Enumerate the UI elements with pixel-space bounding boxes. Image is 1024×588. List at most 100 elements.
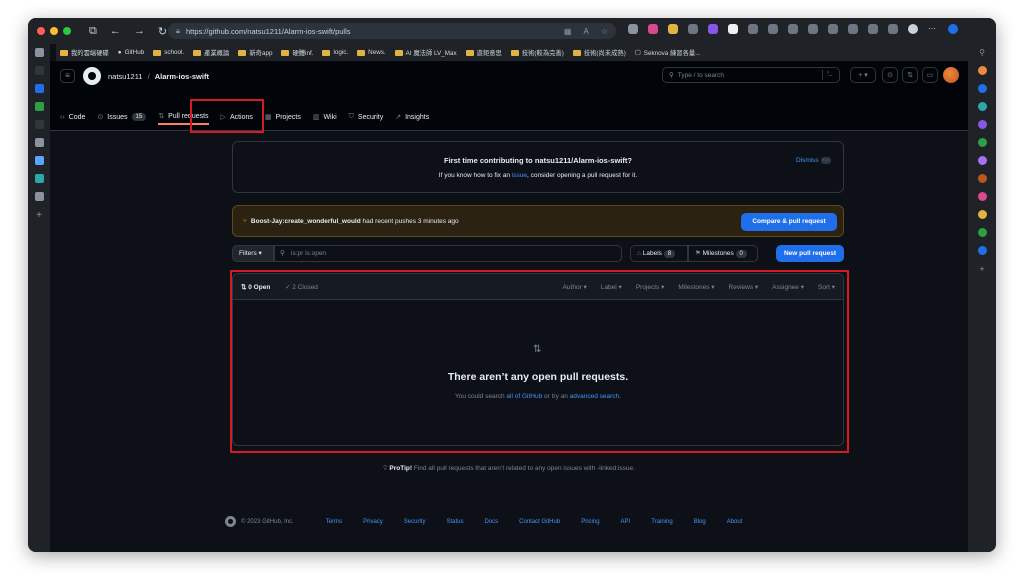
tab-icon[interactable]	[34, 192, 44, 201]
add-app-icon[interactable]: +	[979, 264, 984, 274]
facebook-icon[interactable]	[977, 246, 987, 255]
footer-link-pricing[interactable]: Pricing	[581, 519, 599, 525]
bookmark-folder[interactable]: school.	[153, 49, 184, 56]
bookmark-folder[interactable]: AI 魔法師 LV_Max	[394, 48, 457, 57]
app-icon[interactable]	[977, 192, 987, 201]
footer-link-security[interactable]: Security	[404, 519, 426, 525]
pull-requests-icon[interactable]: ⇅	[902, 67, 918, 83]
footer-link-docs[interactable]: Docs	[485, 519, 499, 525]
apps-icon[interactable]: ▦	[564, 27, 572, 36]
bookmark-folder[interactable]: 產業概論	[193, 48, 229, 57]
footer-link-terms[interactable]: Terms	[326, 519, 342, 525]
tab-icon[interactable]	[34, 84, 44, 93]
github-logo-icon[interactable]	[83, 67, 101, 85]
command-palette-icon[interactable]: ›_	[822, 70, 836, 80]
favorite-icon[interactable]: ☆	[601, 27, 608, 36]
bookmark-folder[interactable]: 技術(較為完善)	[510, 48, 564, 57]
footer-link-status[interactable]: Status	[446, 519, 463, 525]
tab-icon[interactable]	[34, 102, 44, 111]
close-window-button[interactable]	[37, 27, 45, 35]
tab-projects[interactable]: ▦ Projects	[265, 109, 301, 125]
footer-link-blog[interactable]: Blog	[694, 519, 706, 525]
filter-search-input[interactable]: ⚲ is:pr is:open	[274, 245, 622, 262]
footer-link-about[interactable]: About	[727, 519, 743, 525]
milestones-button[interactable]: ⚑ Milestones 0	[688, 245, 758, 262]
bookmark-item[interactable]: ● GitHub	[118, 49, 144, 56]
bookmark-folder[interactable]: logic.	[322, 49, 348, 56]
extension-icon[interactable]	[688, 24, 698, 34]
tab-icon[interactable]	[34, 138, 44, 147]
search-input[interactable]: ⚲ Type / to search ›_	[662, 67, 840, 83]
bookmark-folder[interactable]: News.	[357, 49, 386, 56]
github-logo-icon[interactable]	[225, 516, 236, 527]
collections-icon[interactable]	[788, 24, 798, 34]
tab-icon[interactable]	[34, 156, 44, 165]
extension-icon[interactable]	[728, 24, 738, 34]
tab-code[interactable]: ‹› Code	[60, 109, 85, 125]
app-icon[interactable]	[977, 120, 987, 129]
repo-name-link[interactable]: Alarm-ios-swift	[155, 72, 209, 81]
compare-pull-request-button[interactable]: Compare & pull request	[741, 213, 837, 231]
issues-icon[interactable]: ⊙	[882, 67, 898, 83]
maximize-window-button[interactable]	[63, 27, 71, 35]
extension-icon[interactable]	[748, 24, 758, 34]
add-tab-icon[interactable]: +	[36, 210, 42, 221]
bookmark-item[interactable]: 我的雲端硬碟	[60, 48, 109, 57]
tab-icon[interactable]	[34, 120, 44, 129]
drive-icon[interactable]	[977, 210, 987, 219]
tab-icon[interactable]	[34, 48, 44, 57]
new-pull-request-button[interactable]: New pull request	[776, 245, 844, 262]
extension-icon[interactable]	[668, 24, 678, 34]
downloads-icon[interactable]	[828, 24, 838, 34]
menu-icon[interactable]: ≡	[60, 69, 75, 83]
tabs-icon[interactable]: ⧉	[89, 25, 97, 38]
share-icon[interactable]	[888, 24, 898, 34]
extensions-icon[interactable]	[848, 24, 858, 34]
tab-wiki[interactable]: ▥ Wiki	[313, 109, 337, 125]
labels-button[interactable]: ⌂ Labels 8	[630, 245, 688, 262]
footer-link-privacy[interactable]: Privacy	[363, 519, 383, 525]
bookmark-item[interactable]: ▢ Seknova 練習各量...	[635, 48, 701, 57]
profile-icon[interactable]	[908, 24, 918, 34]
performance-icon[interactable]	[868, 24, 878, 34]
back-icon[interactable]: ←	[110, 25, 121, 38]
extension-icon[interactable]	[708, 24, 718, 34]
bookmark-folder[interactable]: 新奇app	[238, 48, 272, 57]
reload-icon[interactable]: ↻	[158, 25, 167, 38]
history-icon[interactable]	[808, 24, 818, 34]
github-tab-icon[interactable]	[34, 174, 44, 183]
minimize-window-button[interactable]	[50, 27, 58, 35]
spotify-icon[interactable]	[977, 138, 987, 147]
footer-link-contact[interactable]: Contact GitHub	[519, 519, 560, 525]
create-new-button[interactable]: + ▾	[850, 67, 876, 83]
maps-icon[interactable]	[977, 228, 987, 237]
search-icon[interactable]: ⚲	[979, 48, 985, 57]
dismiss-button[interactable]: Dismiss ⋯	[796, 156, 831, 164]
app-icon[interactable]	[977, 84, 987, 93]
app-icon[interactable]	[977, 174, 987, 183]
app-icon[interactable]	[977, 102, 987, 111]
issue-link[interactable]: issue	[512, 172, 527, 179]
more-icon[interactable]: ⋯	[928, 24, 938, 34]
extension-icon[interactable]	[628, 24, 638, 34]
tab-issues[interactable]: ⊙ Issues 15	[97, 109, 147, 125]
tab-insights[interactable]: ↗ Insights	[395, 109, 429, 125]
app-icon[interactable]	[977, 66, 987, 75]
repo-owner-link[interactable]: natsu1211	[108, 72, 142, 81]
messenger-icon[interactable]	[977, 156, 987, 165]
footer-link-api[interactable]: API	[621, 519, 631, 525]
reader-icon[interactable]: A	[583, 27, 588, 36]
forward-icon[interactable]: →	[134, 25, 145, 38]
address-bar[interactable]: 🔒︎ https://github.com/natsu1211/Alarm-io…	[168, 23, 616, 39]
tab-security[interactable]: ⛉ Security	[349, 109, 384, 125]
inbox-icon[interactable]: ▭	[922, 67, 938, 83]
avatar[interactable]	[943, 67, 959, 83]
copilot-icon[interactable]	[948, 24, 958, 34]
footer-link-training[interactable]: Training	[651, 519, 672, 525]
filters-dropdown[interactable]: Filters ▾	[232, 245, 274, 262]
split-screen-icon[interactable]	[768, 24, 778, 34]
linked-issue-link[interactable]: -linked:issue	[597, 465, 633, 472]
bookmark-folder[interactable]: 技術(尚未成熟)	[572, 48, 626, 57]
extension-icon[interactable]	[648, 24, 658, 34]
bookmark-folder[interactable]: 遊鉅意思	[465, 48, 502, 57]
